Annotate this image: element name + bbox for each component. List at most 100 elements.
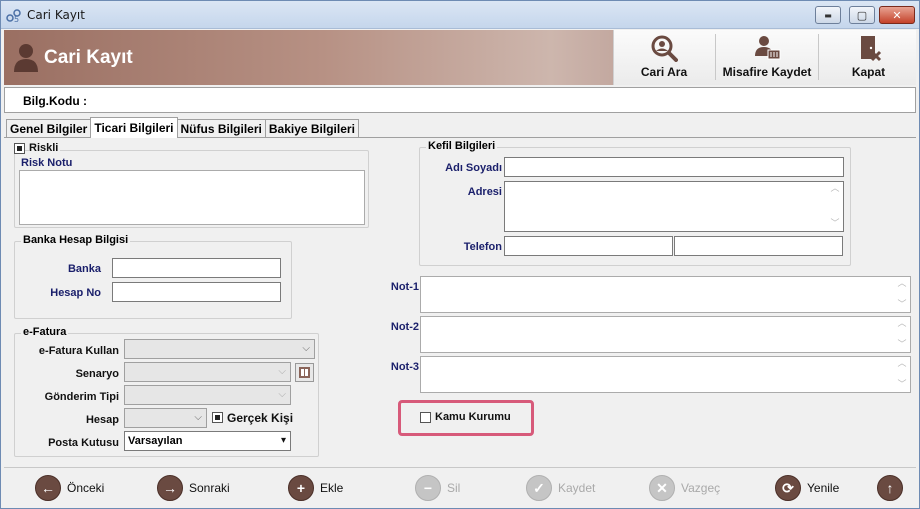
svg-text:5: 5: [14, 15, 19, 23]
tab-genel-bilgiler[interactable]: Genel Bilgiler: [6, 119, 92, 138]
header-toolbar: Cari Ara Misafire Kaydet Kapat: [613, 30, 916, 85]
yenile-label: Yenile: [807, 481, 840, 495]
toolbar-separator: [818, 34, 819, 80]
user-icon: [14, 44, 38, 72]
book-icon: [299, 367, 310, 378]
header-banner: Cari Kayıt Cari Ara Misafire Kaydet Kapa…: [4, 30, 916, 85]
scroll-down-icon: ﹀: [830, 219, 840, 229]
bilg-kodu-label: Bilg.Kodu :: [23, 94, 87, 108]
hesap-label: Hesap: [85, 414, 119, 426]
sonraki-button[interactable]: → Sonraki: [157, 473, 230, 503]
not-2-label: Not-2: [390, 321, 419, 333]
cari-kayit-window: 5 Cari Kayıt ▬ ▢ ✕ Cari Kayıt Cari Ara M…: [0, 0, 920, 509]
scroll-down-icon: ﹀: [897, 340, 907, 350]
sil-label: Sil: [447, 481, 461, 495]
search-user-icon: [651, 35, 678, 62]
scroll-down-icon: ﹀: [897, 380, 907, 390]
maximize-icon: ▢: [856, 8, 868, 22]
not-3-label: Not-3: [390, 361, 419, 373]
sonraki-label: Sonraki: [189, 481, 230, 495]
adi-soyadi-label: Adı Soyadı: [445, 162, 502, 174]
hesap-select[interactable]: ⌵: [124, 408, 207, 428]
adresi-label: Adresi: [467, 186, 502, 198]
page-title: Cari Kayıt: [44, 47, 133, 68]
posta-kutusu-value: Varsayılan: [128, 435, 183, 447]
risk-notu-textarea[interactable]: [19, 170, 365, 225]
scrollbar[interactable]: ︿ ﹀: [829, 184, 841, 229]
scrollbar[interactable]: ︿ ﹀: [896, 279, 908, 310]
hesap-no-input[interactable]: [112, 282, 281, 302]
risk-notu-label: Risk Notu: [21, 157, 73, 169]
close-window-button[interactable]: ✕: [879, 6, 915, 24]
onceki-label: Önceki: [67, 481, 105, 495]
senaryo-select[interactable]: ⌵: [124, 362, 291, 382]
check-icon: ✓: [526, 475, 552, 501]
senaryo-label: Senaryo: [75, 368, 119, 380]
misafire-kaydet-button[interactable]: Misafire Kaydet: [717, 30, 817, 85]
kefil-title: Kefil Bilgileri: [426, 140, 498, 152]
posta-kutusu-label: Posta Kutusu: [48, 437, 119, 449]
vazgec-button[interactable]: ✕ Vazgeç: [649, 473, 720, 503]
ekle-button[interactable]: + Ekle: [288, 473, 343, 503]
misafire-kaydet-label: Misafire Kaydet: [722, 65, 812, 79]
kapat-label: Kapat: [851, 65, 886, 79]
tab-ticari-bilgileri[interactable]: Ticari Bilgileri: [90, 117, 178, 138]
senaryo-info-button[interactable]: [295, 363, 314, 382]
x-icon: ✕: [649, 475, 675, 501]
tab-nufus-bilgileri[interactable]: Nüfus Bilgileri: [176, 119, 266, 138]
chevron-down-icon: ⌵: [278, 366, 286, 377]
telefon-1-input[interactable]: [504, 236, 673, 256]
not-1-label: Not-1: [390, 281, 419, 293]
minimize-button[interactable]: ▬: [815, 6, 841, 24]
gercek-kisi-checkbox[interactable]: [212, 412, 223, 423]
scroll-top-button[interactable]: ↑: [877, 473, 909, 503]
banka-input[interactable]: [112, 258, 281, 278]
kamu-kurumu-label: Kamu Kurumu: [435, 411, 511, 423]
maximize-button[interactable]: ▢: [849, 6, 875, 24]
chevron-down-icon: ⌵: [194, 412, 202, 423]
close-door-icon: [860, 36, 881, 62]
scrollbar[interactable]: ︿ ﹀: [896, 359, 908, 390]
arrow-right-icon: →: [157, 475, 183, 501]
kamu-kurumu-checkbox[interactable]: [420, 412, 431, 423]
ekle-label: Ekle: [320, 481, 344, 495]
banka-hesap-title: Banka Hesap Bilgisi: [21, 234, 131, 246]
adi-soyadi-input[interactable]: [504, 157, 844, 177]
tab-label: Nüfus Bilgileri: [180, 122, 262, 136]
efatura-kullan-select[interactable]: ⌵: [124, 339, 315, 359]
gonderim-tipi-select[interactable]: ⌵: [124, 385, 291, 405]
posta-kutusu-select[interactable]: Varsayılan ▾: [124, 431, 291, 451]
kaydet-label: Kaydet: [558, 481, 596, 495]
arrow-left-icon: ←: [35, 475, 61, 501]
not-1-textarea[interactable]: ︿ ﹀: [420, 276, 911, 313]
scrollbar[interactable]: ︿ ﹀: [896, 319, 908, 350]
tab-bakiye-bilgileri[interactable]: Bakiye Bilgileri: [264, 119, 359, 138]
efatura-kullan-label: e-Fatura Kullan: [38, 345, 119, 357]
not-2-textarea[interactable]: ︿ ﹀: [420, 316, 911, 353]
bilg-kodu-bar: Bilg.Kodu :: [4, 87, 916, 113]
adresi-textarea[interactable]: ︿ ﹀: [504, 181, 844, 232]
cari-ara-button[interactable]: Cari Ara: [614, 30, 714, 85]
close-icon: ✕: [892, 8, 902, 22]
kaydet-button[interactable]: ✓ Kaydet: [526, 473, 595, 503]
telefon-2-input[interactable]: [674, 236, 843, 256]
riskli-checkbox[interactable]: [14, 143, 25, 154]
onceki-button[interactable]: ← Önceki: [35, 473, 104, 503]
gercek-kisi-label: Gerçek Kişi: [227, 411, 294, 425]
tab-label: Genel Bilgiler: [10, 122, 88, 136]
scroll-up-icon: ︿: [897, 359, 907, 369]
efatura-title: e-Fatura: [21, 326, 69, 338]
minus-icon: −: [415, 475, 441, 501]
not-3-textarea[interactable]: ︿ ﹀: [420, 356, 911, 393]
banka-hesap-group: Banka Hesap Bilgisi: [14, 234, 292, 319]
toolbar-separator: [715, 34, 716, 80]
vazgec-label: Vazgeç: [681, 481, 721, 495]
sil-button[interactable]: − Sil: [415, 473, 460, 503]
plus-icon: +: [288, 475, 314, 501]
minimize-icon: ▬: [824, 10, 832, 20]
kapat-button[interactable]: Kapat: [820, 30, 917, 85]
title-bar: 5 Cari Kayıt ▬ ▢ ✕: [1, 1, 919, 29]
window-title: Cari Kayıt: [27, 8, 85, 22]
gonderim-tipi-label: Gönderim Tipi: [44, 391, 119, 403]
yenile-button[interactable]: ⟳ Yenile: [775, 473, 839, 503]
